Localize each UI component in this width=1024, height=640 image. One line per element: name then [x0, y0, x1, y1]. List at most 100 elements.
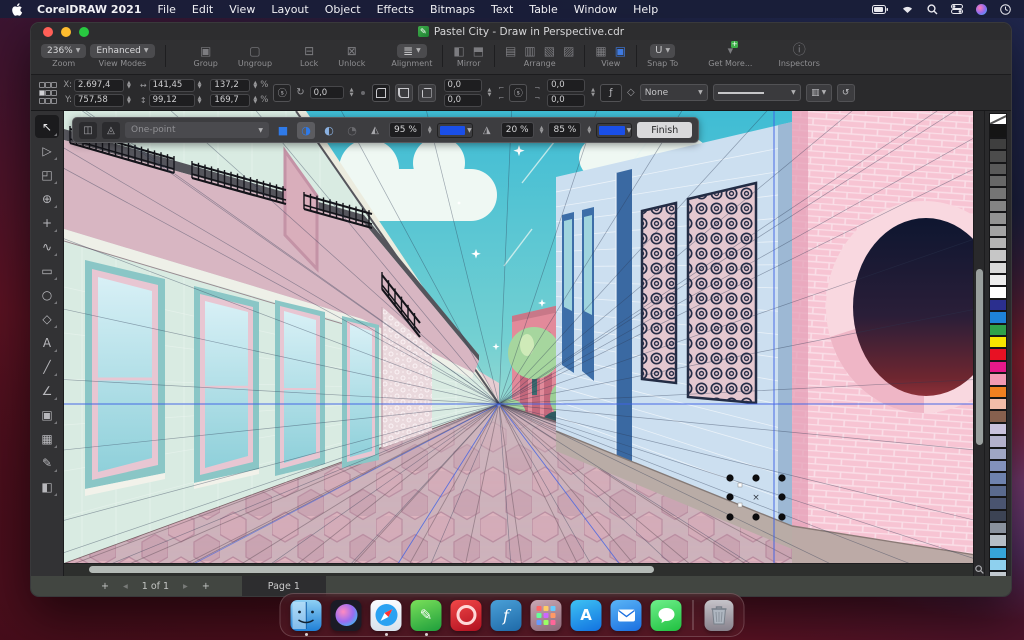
color-swatch-29[interactable] — [989, 472, 1007, 484]
convert-to-curves-button[interactable]: ↺ — [837, 84, 855, 102]
x-position-field[interactable]: 2.697,4 — [74, 79, 124, 92]
menu-edit[interactable]: Edit — [192, 3, 213, 16]
pick-tool[interactable]: ↖ — [35, 115, 59, 138]
menu-view[interactable]: View — [229, 3, 255, 16]
color-swatch-39[interactable] — [989, 596, 1007, 597]
ungroup-icon[interactable]: ▢ — [249, 45, 260, 57]
dock-safari-icon[interactable] — [371, 600, 402, 631]
to-front-icon[interactable]: ▤ — [505, 45, 516, 57]
color-swatch-32[interactable] — [989, 510, 1007, 522]
mirror-horizontal-icon[interactable]: ◧ — [453, 45, 464, 57]
rectangle-tool[interactable]: ▭ — [35, 259, 59, 282]
link-corners-icon[interactable]: ⌐ — [498, 84, 504, 92]
line-tool[interactable]: ╱ — [35, 355, 59, 378]
horizontal-scrollbar[interactable] — [64, 563, 973, 576]
corner-radius-bottom-field[interactable]: 0,0 — [444, 94, 482, 107]
text-tool[interactable]: A — [35, 331, 59, 354]
color-swatch-20[interactable] — [989, 361, 1007, 373]
menu-window[interactable]: Window — [574, 3, 617, 16]
dock-launchpad-icon[interactable] — [531, 600, 562, 631]
menu-object[interactable]: Object — [325, 3, 361, 16]
menu-text[interactable]: Text — [491, 3, 513, 16]
color-swatch-18[interactable] — [989, 336, 1007, 348]
camera-position-icon[interactable]: ◬ — [102, 122, 120, 139]
color-swatch-24[interactable] — [989, 410, 1007, 422]
search-icon[interactable] — [927, 4, 938, 15]
perspective-type-dropdown[interactable]: One-point▼ — [125, 122, 269, 138]
y-stepper[interactable]: ▲▼ — [127, 96, 131, 105]
color-swatch-1[interactable] — [989, 125, 1007, 137]
height-field[interactable]: 99,12 — [149, 94, 195, 107]
alignment-dropdown[interactable]: ≣▼ — [397, 44, 427, 58]
color-swatch-16[interactable] — [989, 311, 1007, 323]
color-swatch-8[interactable] — [989, 212, 1007, 224]
color-swatch-36[interactable] — [989, 559, 1007, 571]
dock-mail-icon[interactable] — [611, 600, 642, 631]
snap-to-dropdown[interactable]: U▼ — [650, 44, 675, 58]
color-swatch-9[interactable] — [989, 225, 1007, 237]
dock-font-manager-icon[interactable]: f — [491, 600, 522, 631]
page-border-icon[interactable]: ▣ — [615, 45, 626, 57]
menu-layout[interactable]: Layout — [271, 3, 308, 16]
dock-app-store-icon[interactable]: A — [571, 600, 602, 631]
color-swatch-10[interactable] — [989, 237, 1007, 249]
origin-selector[interactable] — [39, 82, 55, 104]
lock-icon[interactable]: ⊟ — [304, 45, 314, 57]
to-back-icon[interactable]: ▥ — [524, 45, 535, 57]
fillet-button[interactable]: ƒ — [600, 84, 622, 102]
plane-top-toggle[interactable]: ■ — [274, 122, 292, 139]
outline-style-dropdown[interactable]: ▼ — [713, 84, 801, 101]
vscroll-thumb[interactable] — [976, 269, 983, 445]
corner-radius-bottom2-field[interactable]: 0,0 — [547, 94, 585, 107]
dock-finder-icon[interactable] — [291, 600, 322, 631]
color-swatch-4[interactable] — [989, 163, 1007, 175]
wrap-text-dropdown[interactable]: ▥▼ — [806, 84, 832, 102]
color-swatch-17[interactable] — [989, 324, 1007, 336]
relative-corner-icon[interactable]: ¬ — [534, 84, 540, 92]
color-swatch-7[interactable] — [989, 200, 1007, 212]
crop-tool[interactable]: ◰ — [35, 163, 59, 186]
freehand-pick-tool[interactable]: + — [35, 211, 59, 234]
menu-table[interactable]: Table — [529, 3, 557, 16]
grid-view-icon[interactable]: ▦ — [595, 45, 606, 57]
color-swatch-14[interactable] — [989, 286, 1007, 298]
finish-button[interactable]: Finish — [637, 122, 692, 138]
color-swatch-6[interactable] — [989, 187, 1007, 199]
color-swatch-34[interactable] — [989, 534, 1007, 546]
clock-icon[interactable] — [1000, 4, 1011, 15]
ellipse-tool[interactable]: ○ — [35, 283, 59, 306]
link-corners-icon2[interactable]: ⌐ — [498, 94, 504, 102]
plane-right-toggle[interactable]: ◐ — [320, 122, 338, 139]
inspectors-icon[interactable]: ⓘ — [793, 45, 806, 57]
color-swatch-26[interactable] — [989, 435, 1007, 447]
dock-trash-icon[interactable] — [705, 600, 734, 631]
grid-lock-icon[interactable]: ◫ — [79, 122, 97, 139]
color-swatch-30[interactable] — [989, 485, 1007, 497]
lock-ratio-button[interactable]: ⓢ — [273, 84, 291, 102]
dimension-tool[interactable]: ∠ — [35, 379, 59, 402]
shadow-tool[interactable]: ▣ — [35, 403, 59, 426]
siri-icon[interactable] — [976, 4, 987, 15]
color-swatch-13[interactable] — [989, 274, 1007, 286]
corner-round-button[interactable] — [372, 84, 390, 102]
color-swatch-31[interactable] — [989, 497, 1007, 509]
color-swatch-3[interactable] — [989, 150, 1007, 162]
color-swatch-23[interactable] — [989, 398, 1007, 410]
color-swatch-33[interactable] — [989, 522, 1007, 534]
corner-scalloped-button[interactable] — [395, 84, 413, 102]
outline-width-dropdown[interactable]: None▼ — [640, 84, 708, 101]
add-page-button-2[interactable]: + — [202, 581, 210, 592]
battery-icon[interactable] — [872, 5, 888, 14]
field-20[interactable]: 20 % — [501, 122, 534, 138]
hscroll-thumb[interactable] — [89, 566, 654, 573]
mirror-vertical-icon[interactable]: ⬒ — [473, 45, 484, 57]
prev-page-button[interactable]: ◂ — [123, 581, 128, 592]
scale-x-field[interactable]: 137,2 — [210, 79, 250, 92]
plane-color-swatch[interactable]: ▼ — [596, 123, 632, 138]
wifi-icon[interactable] — [901, 4, 914, 14]
menu-file[interactable]: File — [157, 3, 175, 16]
zoom-tool[interactable]: ⊕ — [35, 187, 59, 210]
back-one-icon[interactable]: ▨ — [563, 45, 574, 57]
color-swatch-35[interactable] — [989, 547, 1007, 559]
plane-left-toggle[interactable]: ◑ — [297, 122, 315, 139]
